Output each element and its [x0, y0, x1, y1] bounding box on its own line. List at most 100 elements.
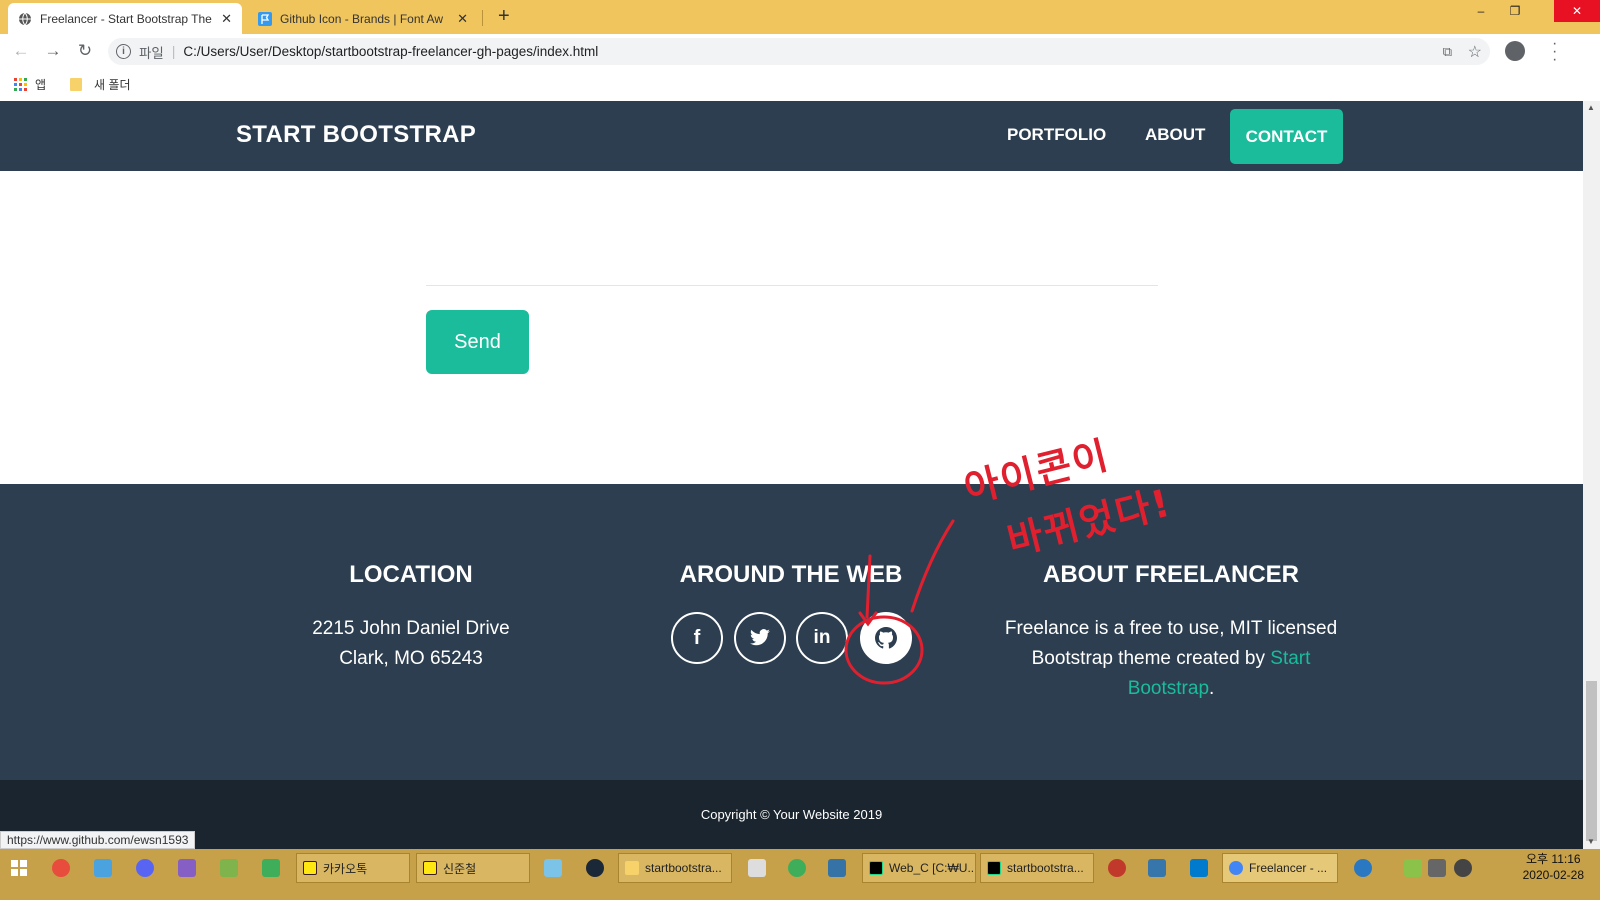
pycharm-icon	[869, 861, 883, 875]
taskbar-task-kakaotalk[interactable]: 카카오톡	[296, 853, 410, 883]
footer-about-line2: Bootstrap theme created by Start	[971, 644, 1371, 674]
minimize-button[interactable]: –	[1466, 0, 1496, 22]
windows-start-icon[interactable]	[10, 859, 28, 877]
editor-icon[interactable]	[220, 859, 238, 877]
taskbar-task-chrome-freelancer[interactable]: Freelancer - ...	[1222, 853, 1338, 883]
bookmark-apps[interactable]: 앱	[14, 76, 46, 93]
taskbar-task-explorer[interactable]: startbootstra...	[618, 853, 732, 883]
tab-strip: Freelancer - Start Bootstrap The ✕ Githu…	[0, 0, 1600, 34]
scroll-up-icon[interactable]: ▲	[1587, 103, 1595, 112]
start-bootstrap-link[interactable]: Bootstrap	[1128, 678, 1209, 699]
steam-icon[interactable]	[586, 859, 604, 877]
bookmarks-bar: 앱 새 폴더	[0, 68, 1600, 101]
github-icon[interactable]	[860, 612, 912, 664]
scroll-down-icon[interactable]: ▼	[1587, 837, 1595, 846]
taskbar-task-label: startbootstra...	[1007, 861, 1084, 875]
chrome-canary-icon[interactable]	[52, 859, 70, 877]
taskbar-task-label: 카카오톡	[323, 861, 368, 876]
tab-separator	[482, 10, 483, 26]
nav-portfolio[interactable]: PORTFOLIO	[1007, 125, 1106, 145]
start-bootstrap-link[interactable]: Start	[1270, 648, 1310, 669]
footer-about-period: .	[1209, 678, 1215, 699]
taskbar-task-pycharm-webc[interactable]: Web_C [C:₩U...	[862, 853, 976, 883]
folder-icon	[625, 861, 639, 875]
folder-icon	[70, 78, 83, 91]
python-idle-icon[interactable]	[1148, 859, 1166, 877]
back-button[interactable]: ←	[10, 40, 32, 62]
taskbar-task-label: Web_C [C:₩U...	[889, 861, 976, 875]
footer-location-title: LOCATION	[349, 561, 473, 588]
kakaotalk-icon	[423, 861, 437, 875]
tab-freelancer[interactable]: Freelancer - Start Bootstrap The ✕	[8, 3, 242, 34]
site-footer: LOCATION 2215 John Daniel Drive Clark, M…	[0, 484, 1583, 780]
torrent-icon[interactable]	[262, 859, 280, 877]
address-bar[interactable]: i 파일 | C:/Users/User/Desktop/startbootst…	[108, 38, 1490, 65]
bookmark-label: 앱	[35, 78, 47, 92]
footer-address-line1: 2215 John Daniel Drive	[312, 618, 510, 639]
new-tab-button[interactable]: +	[498, 5, 510, 28]
send-button[interactable]: Send	[426, 310, 529, 374]
bookmark-label: 새 폴더	[94, 78, 131, 92]
clock-date: 2020-02-28	[1522, 868, 1584, 882]
discord-icon[interactable]	[136, 859, 154, 877]
tab-title: Freelancer - Start Bootstrap The	[40, 11, 212, 26]
reload-button[interactable]: ↻	[74, 40, 96, 62]
tab-github-icon[interactable]: Github Icon - Brands | Font Aw ✕	[248, 3, 478, 34]
page-scrollbar[interactable]: ▲ ▼	[1583, 101, 1600, 849]
taskbar-task-label: startbootstra...	[645, 861, 722, 875]
taskbar-task-pycharm-bootstrap[interactable]: startbootstra...	[980, 853, 1094, 883]
tab-title: Github Icon - Brands | Font Aw	[280, 11, 443, 26]
status-bar-url: https://www.github.com/ewsn1593	[0, 831, 196, 849]
footer-about-title: ABOUT FREELANCER	[1043, 561, 1299, 588]
document-icon[interactable]	[544, 859, 562, 877]
kakaotalk-icon	[303, 861, 317, 875]
visual-studio-icon[interactable]	[178, 859, 196, 877]
close-window-button[interactable]: ✕	[1554, 0, 1600, 22]
app-icon[interactable]	[748, 859, 766, 877]
apps-icon	[14, 78, 27, 91]
tray-app-icon[interactable]	[1404, 859, 1422, 877]
form-field-underline[interactable]	[426, 285, 1158, 286]
close-tab-icon[interactable]: ✕	[457, 11, 468, 27]
record-icon[interactable]	[1108, 859, 1126, 877]
globe-icon	[19, 12, 31, 25]
linkedin-icon[interactable]: in	[796, 612, 848, 664]
address-scheme: 파일	[139, 45, 164, 61]
clock-time: 오후 11:16	[1526, 852, 1581, 866]
help-icon[interactable]	[1354, 859, 1372, 877]
nav-about[interactable]: ABOUT	[1145, 125, 1205, 145]
taskbar-task-chat[interactable]: 신준철	[416, 853, 530, 883]
twitter-icon[interactable]	[734, 612, 786, 664]
globe-app-icon[interactable]	[788, 859, 806, 877]
nav-contact[interactable]: CONTACT	[1230, 109, 1343, 164]
python-icon[interactable]	[828, 859, 846, 877]
footer-around-title: AROUND THE WEB	[679, 561, 903, 588]
chrome-icon	[1229, 861, 1243, 875]
profile-avatar-icon[interactable]	[1505, 41, 1525, 61]
address-url[interactable]: C:/Users/User/Desktop/startbootstrap-fre…	[183, 44, 598, 59]
vscode-icon[interactable]	[1190, 859, 1208, 877]
info-icon[interactable]: i	[116, 44, 131, 59]
forward-button[interactable]: →	[42, 40, 64, 62]
site-brand[interactable]: START BOOTSTRAP	[236, 121, 476, 149]
network-icon[interactable]	[1428, 859, 1446, 877]
browser-toolbar: ← → ↻ i 파일 | C:/Users/User/Desktop/start…	[0, 34, 1600, 68]
copyright-text: Copyright © Your Website 2019	[700, 807, 883, 822]
address-divider: |	[171, 44, 176, 59]
bookmark-new-folder[interactable]: 새 폴더	[70, 76, 131, 93]
system-clock[interactable]: 오후 11:16 2020-02-28	[1523, 851, 1584, 883]
translate-icon[interactable]: ⧉	[1443, 44, 1452, 60]
footer-about-line2-text: Bootstrap theme created by	[1031, 648, 1265, 669]
bookmark-star-icon[interactable]: ☆	[1468, 42, 1482, 62]
restore-button[interactable]: ❐	[1500, 0, 1530, 22]
fontawesome-flag-icon	[258, 11, 272, 26]
menu-kebab-icon[interactable]: · · ·	[1552, 36, 1557, 68]
copyright-bar: Copyright © Your Website 2019	[0, 780, 1583, 849]
close-tab-icon[interactable]: ✕	[221, 11, 232, 27]
notepad-icon[interactable]	[94, 859, 112, 877]
volume-icon[interactable]	[1454, 859, 1472, 877]
facebook-icon[interactable]: f	[671, 612, 723, 664]
scroll-thumb[interactable]	[1586, 681, 1597, 841]
windows-taskbar: 카카오톡 신준철 startbootstra... Web_C [C:₩U...…	[0, 849, 1600, 900]
page-viewport: START BOOTSTRAP PORTFOLIO ABOUT CONTACT …	[0, 101, 1583, 849]
